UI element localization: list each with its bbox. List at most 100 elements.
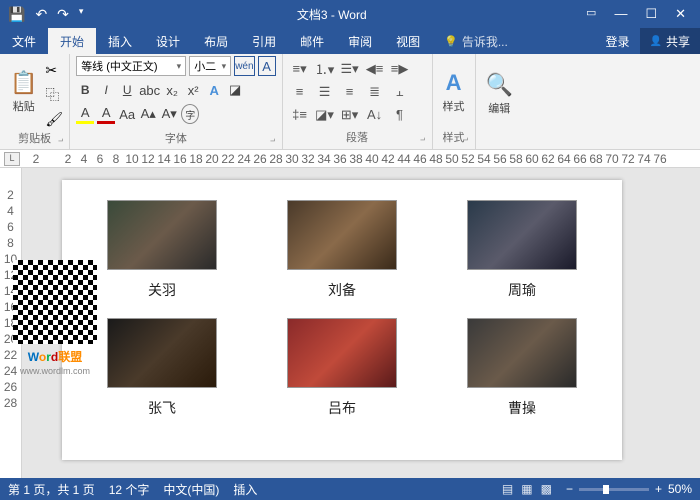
char-border-icon[interactable]: A xyxy=(258,56,276,76)
phonetic-guide-icon[interactable]: wén xyxy=(234,56,254,76)
tab-layout[interactable]: 布局 xyxy=(192,28,240,54)
close-icon[interactable]: ✕ xyxy=(675,6,686,22)
edit-button[interactable]: 🔍 编辑 xyxy=(482,68,517,120)
group-label-clipboard: 剪贴板 xyxy=(6,128,63,148)
minimize-icon[interactable]: — xyxy=(614,6,627,22)
superscript-button[interactable]: x² xyxy=(184,80,202,100)
caption[interactable]: 吕布 xyxy=(328,398,356,418)
maximize-icon[interactable]: ☐ xyxy=(645,6,657,22)
shrink-font-icon[interactable]: A▾ xyxy=(160,104,178,124)
figure-cell: 周瑜 xyxy=(452,200,592,300)
view-buttons: ▤ ▦ ▩ xyxy=(502,482,552,496)
format-painter-icon[interactable]: 🖌 xyxy=(45,111,63,128)
image-placeholder[interactable] xyxy=(467,200,577,270)
text-effects-icon[interactable]: A xyxy=(205,80,223,100)
web-layout-icon[interactable]: ▩ xyxy=(541,482,552,496)
figure-cell: 张飞 xyxy=(92,318,232,418)
show-marks-icon[interactable]: ¶ xyxy=(389,105,411,125)
align-center-icon[interactable]: ☰ xyxy=(314,82,336,102)
caption[interactable]: 周瑜 xyxy=(508,280,536,300)
distribute-icon[interactable]: ⫠ xyxy=(389,82,411,102)
bullets-icon[interactable]: ≡▾ xyxy=(289,59,311,79)
caption[interactable]: 刘备 xyxy=(328,280,356,300)
zoom-out-icon[interactable]: − xyxy=(566,482,573,496)
bold-button[interactable]: B xyxy=(76,80,94,100)
italic-button[interactable]: I xyxy=(97,80,115,100)
work-area: 246810121416182022242628 关羽 刘备 周瑜 张飞 吕布 … xyxy=(0,168,700,488)
share-button[interactable]: 共享 xyxy=(640,28,700,54)
shading-icon[interactable]: ◪▾ xyxy=(314,105,336,125)
justify-icon[interactable]: ≣ xyxy=(364,82,386,102)
multilevel-icon[interactable]: ☰▾ xyxy=(339,59,361,79)
undo-icon[interactable]: ↶ xyxy=(35,6,47,23)
tab-selector[interactable]: L xyxy=(4,152,20,166)
tab-insert[interactable]: 插入 xyxy=(96,28,144,54)
page-count[interactable]: 第 1 页，共 1 页 xyxy=(8,481,95,498)
copy-icon[interactable]: ⿻ xyxy=(45,85,63,105)
caption[interactable]: 关羽 xyxy=(148,280,176,300)
insert-mode[interactable]: 插入 xyxy=(233,481,257,498)
font-family-select[interactable]: 等线 (中文正文) xyxy=(76,56,186,76)
find-icon: 🔍 xyxy=(486,72,513,98)
tell-me[interactable]: 告诉我... xyxy=(432,28,520,54)
print-layout-icon[interactable]: ▦ xyxy=(521,482,532,496)
tab-review[interactable]: 审阅 xyxy=(336,28,384,54)
tab-mailings[interactable]: 邮件 xyxy=(288,28,336,54)
tab-file[interactable]: 文件 xyxy=(0,28,48,54)
underline-button[interactable]: U xyxy=(118,80,136,100)
login-button[interactable]: 登录 xyxy=(596,28,640,54)
highlight-button[interactable]: A xyxy=(76,104,94,124)
decrease-indent-icon[interactable]: ◀≡ xyxy=(364,59,386,79)
numbering-icon[interactable]: ⒈▾ xyxy=(314,59,336,79)
borders-icon[interactable]: ⊞▾ xyxy=(339,105,361,125)
group-editing: 🔍 编辑 - xyxy=(476,54,523,149)
font-color-button[interactable]: A xyxy=(97,104,115,124)
tab-design[interactable]: 设计 xyxy=(144,28,192,54)
zoom-slider[interactable] xyxy=(579,488,649,491)
increase-indent-icon[interactable]: ≡▶ xyxy=(389,59,411,79)
vertical-ruler[interactable]: 246810121416182022242628 xyxy=(0,168,22,488)
content-grid: 关羽 刘备 周瑜 张飞 吕布 曹操 xyxy=(92,200,592,418)
figure-cell: 曹操 xyxy=(452,318,592,418)
language[interactable]: 中文(中国) xyxy=(163,481,219,498)
enclose-char-icon[interactable]: 字 xyxy=(181,104,199,124)
font-size-select[interactable]: 小二 xyxy=(189,56,231,76)
image-placeholder[interactable] xyxy=(107,318,217,388)
line-spacing-icon[interactable]: ‡≡ xyxy=(289,105,311,125)
qat-more-icon[interactable]: ▾ xyxy=(79,6,84,23)
image-placeholder[interactable] xyxy=(107,200,217,270)
horizontal-ruler[interactable]: L 22468101214161820222426283032343638404… xyxy=(0,150,700,168)
grow-font-icon[interactable]: A▴ xyxy=(139,104,157,124)
group-clipboard: 📋 粘贴 ✂ ⿻ 🖌 剪贴板 xyxy=(0,54,70,149)
ribbon-options-icon[interactable]: ▭ xyxy=(586,6,596,22)
image-placeholder[interactable] xyxy=(467,318,577,388)
sort-icon[interactable]: A↓ xyxy=(364,105,386,125)
save-icon[interactable]: 💾 xyxy=(8,6,25,23)
read-mode-icon[interactable]: ▤ xyxy=(502,482,513,496)
zoom-in-icon[interactable]: + xyxy=(655,482,662,496)
clear-format-icon[interactable]: ◪ xyxy=(226,80,244,100)
tab-view[interactable]: 视图 xyxy=(384,28,432,54)
tab-home[interactable]: 开始 xyxy=(48,28,96,54)
align-left-icon[interactable]: ≡ xyxy=(289,82,311,102)
cut-icon[interactable]: ✂ xyxy=(45,62,63,79)
group-label-font: 字体 xyxy=(76,128,275,148)
page-scroll[interactable]: 关羽 刘备 周瑜 张飞 吕布 曹操 xyxy=(22,168,700,488)
strikethrough-button[interactable]: abc xyxy=(139,80,160,100)
caption[interactable]: 曹操 xyxy=(508,398,536,418)
subscript-button[interactable]: x₂ xyxy=(163,80,181,100)
zoom-level[interactable]: 50% xyxy=(668,482,692,496)
image-placeholder[interactable] xyxy=(287,318,397,388)
caption[interactable]: 张飞 xyxy=(148,398,176,418)
tab-references[interactable]: 引用 xyxy=(240,28,288,54)
figure-cell: 刘备 xyxy=(272,200,412,300)
figure-cell: 关羽 xyxy=(92,200,232,300)
redo-icon[interactable]: ↷ xyxy=(57,6,69,23)
group-paragraph: ≡▾ ⒈▾ ☰▾ ◀≡ ≡▶ ≡ ☰ ≡ ≣ ⫠ ‡≡ ◪▾ ⊞▾ A↓ ¶ 段… xyxy=(283,54,433,149)
word-count[interactable]: 12 个字 xyxy=(109,481,150,498)
paste-button[interactable]: 📋 粘贴 xyxy=(6,66,41,118)
char-shading-icon[interactable]: Aa xyxy=(118,104,136,124)
styles-button[interactable]: A 样式 xyxy=(439,66,469,118)
align-right-icon[interactable]: ≡ xyxy=(339,82,361,102)
image-placeholder[interactable] xyxy=(287,200,397,270)
